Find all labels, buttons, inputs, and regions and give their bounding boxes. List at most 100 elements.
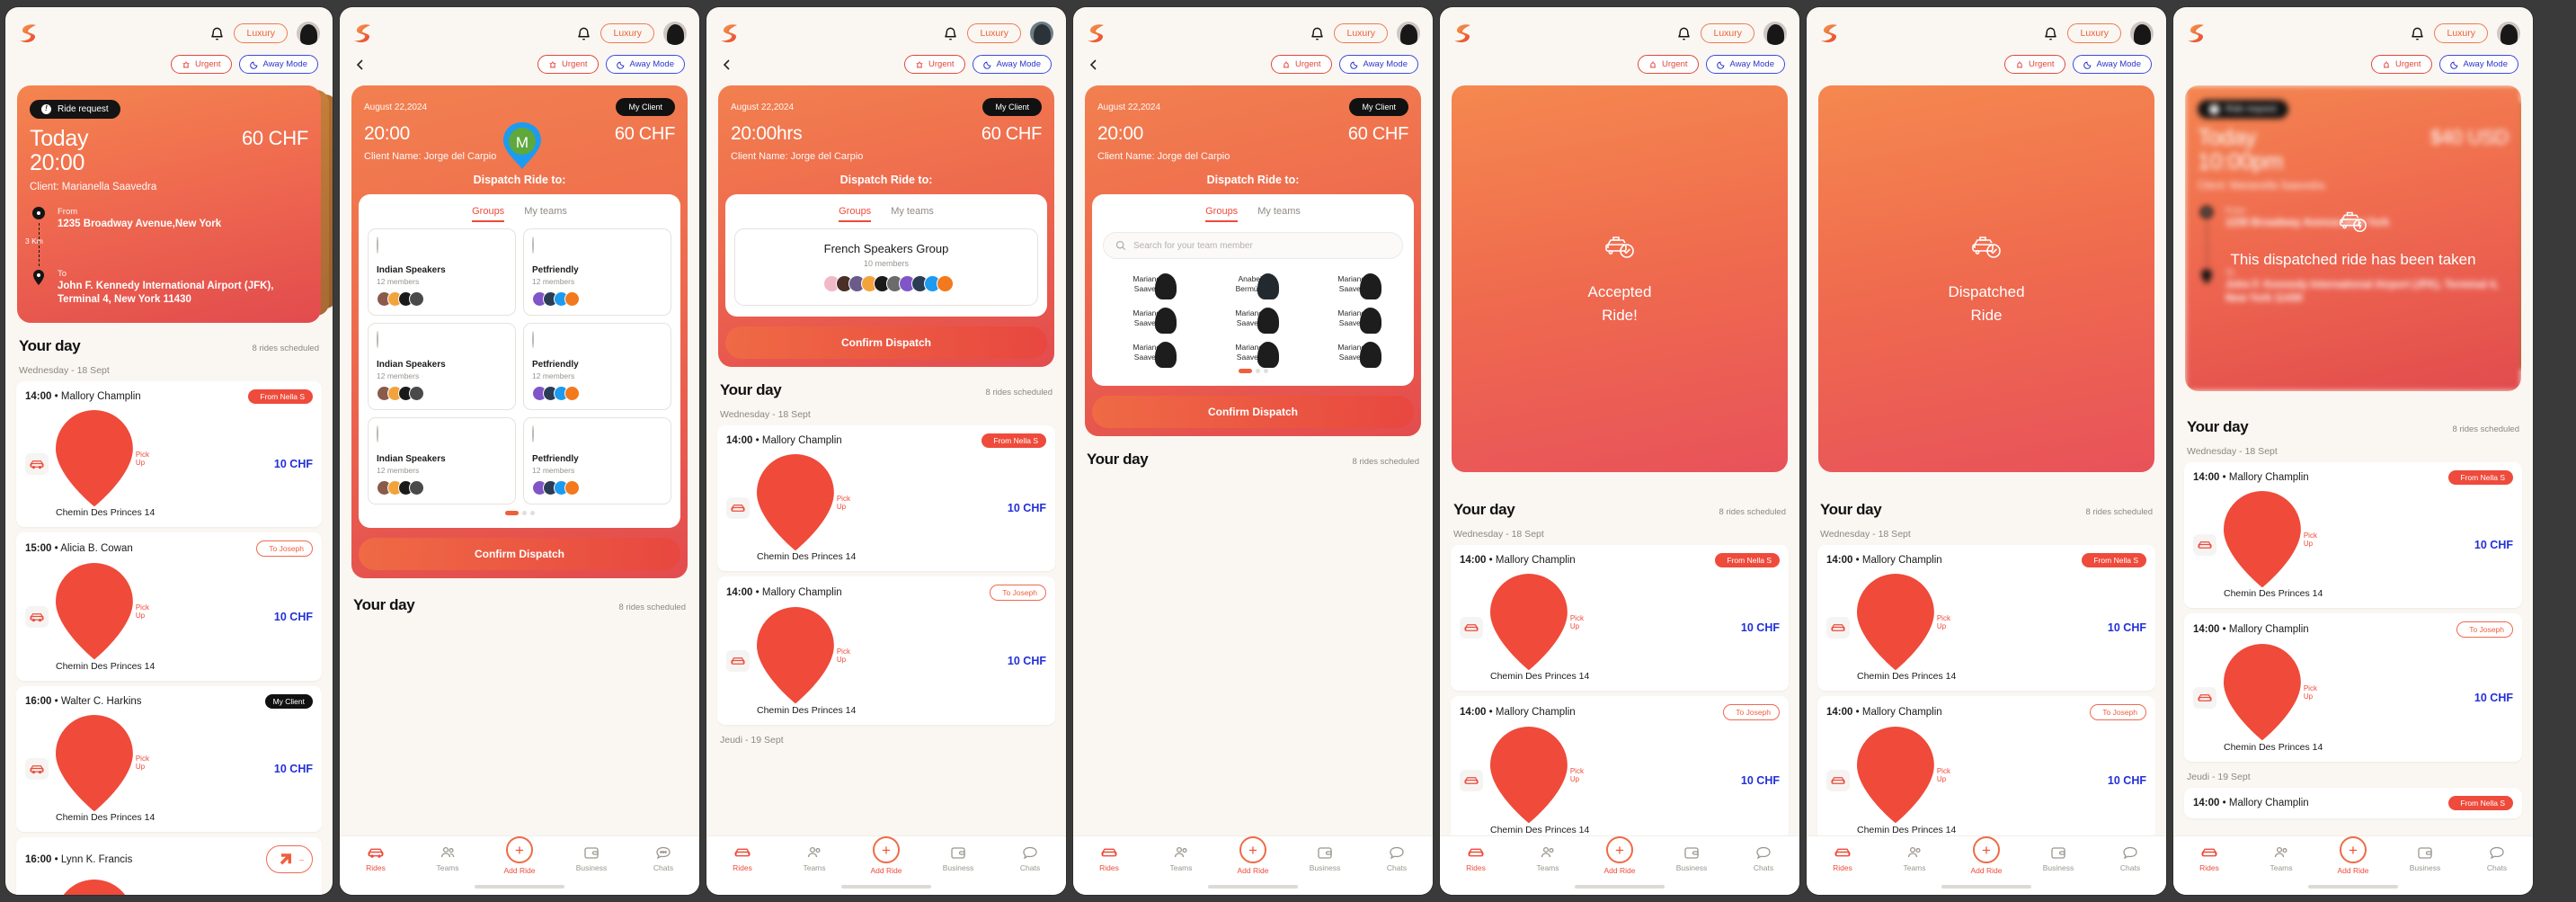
- status-badge[interactable]: From Nella S: [982, 433, 1046, 448]
- group-radio[interactable]: [377, 425, 378, 442]
- nav-teams[interactable]: Teams: [1512, 845, 1584, 872]
- my-client-badge[interactable]: My Client: [1349, 98, 1408, 116]
- nav-chats[interactable]: Chats: [1728, 845, 1799, 872]
- status-badge[interactable]: From Nella S: [1715, 553, 1780, 567]
- nav-teams[interactable]: Teams: [2245, 845, 2317, 872]
- list-item[interactable]: 14:00 • Mallory Champlin From Nella S Pi…: [717, 425, 1055, 572]
- list-item[interactable]: 14:00 • Mallory Champlin To Joseph Pick …: [717, 576, 1055, 725]
- member-card[interactable]: Marianella Saavedra: [1101, 270, 1200, 299]
- confirm-dispatch-button[interactable]: Confirm Dispatch: [359, 538, 680, 570]
- status-badge[interactable]: From Nella S: [2448, 470, 2513, 485]
- nav-chats[interactable]: Chats: [627, 845, 699, 872]
- avatar[interactable]: [1763, 22, 1787, 45]
- member-card[interactable]: Marianella Saavedra: [1204, 304, 1302, 335]
- bell-icon[interactable]: [209, 25, 225, 42]
- urgent-chip[interactable]: Urgent: [537, 55, 599, 74]
- status-badge[interactable]: To Joseph: [990, 585, 1046, 602]
- confirm-dispatch-button[interactable]: Confirm Dispatch: [1092, 396, 1414, 429]
- group-card[interactable]: Indian Speakers 12 members: [368, 417, 516, 505]
- luxury-pill[interactable]: Luxury: [1701, 23, 1754, 43]
- avatar[interactable]: [1030, 22, 1053, 45]
- bell-icon[interactable]: [1676, 25, 1692, 42]
- member-card[interactable]: Marianella Saavedra: [1306, 304, 1405, 335]
- nav-business[interactable]: Business: [1289, 845, 1361, 872]
- urgent-chip[interactable]: Urgent: [2371, 55, 2432, 74]
- nav-chats[interactable]: Chats: [2461, 845, 2533, 872]
- away-mode-chip[interactable]: Away Mode: [2072, 55, 2152, 74]
- list-item[interactable]: 14:00 • Mallory Champlin From Nella S Pi…: [1451, 545, 1789, 692]
- nav-teams[interactable]: Teams: [778, 845, 850, 872]
- member-card[interactable]: Marianella Saavedra: [1306, 270, 1405, 299]
- status-badge[interactable]: –: [266, 844, 313, 874]
- search-input[interactable]: Search for your team member: [1103, 232, 1403, 259]
- nav-add-ride[interactable]: + Add Ride: [1217, 836, 1289, 875]
- bell-icon[interactable]: [943, 25, 958, 42]
- group-card[interactable]: Petfriendly 12 members: [523, 228, 671, 316]
- nav-business[interactable]: Business: [555, 845, 627, 872]
- nav-rides[interactable]: Rides: [2173, 845, 2245, 872]
- bell-icon[interactable]: [576, 25, 591, 42]
- nav-add-ride[interactable]: + Add Ride: [1950, 836, 2022, 875]
- nav-teams[interactable]: Teams: [1145, 845, 1217, 872]
- nav-business[interactable]: Business: [2389, 845, 2461, 872]
- away-mode-chip[interactable]: Away Mode: [972, 55, 1052, 74]
- tab-my-teams[interactable]: My teams: [1257, 206, 1301, 222]
- away-mode-chip[interactable]: Away Mode: [238, 55, 318, 74]
- status-badge[interactable]: From Nella S: [2082, 553, 2146, 567]
- bell-icon[interactable]: [2410, 25, 2425, 42]
- urgent-chip[interactable]: Urgent: [904, 55, 965, 74]
- away-mode-chip[interactable]: Away Mode: [605, 55, 685, 74]
- group-radio[interactable]: [532, 425, 534, 442]
- list-item[interactable]: 14:00 • Mallory Champlin From Nella S Pi…: [1817, 545, 2155, 692]
- plus-icon[interactable]: +: [1606, 836, 1633, 863]
- member-card[interactable]: Marianella Saavedra: [1101, 338, 1200, 369]
- nav-add-ride[interactable]: + Add Ride: [850, 836, 922, 875]
- luxury-pill[interactable]: Luxury: [967, 23, 1021, 43]
- bell-icon[interactable]: [1310, 25, 1325, 42]
- group-card[interactable]: Petfriendly 12 members: [523, 323, 671, 410]
- nav-chats[interactable]: Chats: [2094, 845, 2166, 872]
- nav-business[interactable]: Business: [922, 845, 994, 872]
- list-item[interactable]: 14:00 • Mallory Champlin To Joseph Pick …: [1451, 696, 1789, 844]
- status-badge[interactable]: From Nella S: [248, 389, 313, 405]
- member-card[interactable]: Marianella Saavedra: [1101, 304, 1200, 335]
- avatar[interactable]: [2130, 22, 2154, 45]
- urgent-chip[interactable]: Urgent: [2004, 55, 2065, 74]
- list-item[interactable]: 16:00 • Lynn K. Francis – Pick Up Chemin…: [16, 836, 322, 895]
- luxury-pill[interactable]: Luxury: [2067, 23, 2121, 43]
- status-badge[interactable]: To Joseph: [2456, 621, 2513, 639]
- away-mode-chip[interactable]: Away Mode: [1705, 55, 1785, 74]
- group-card[interactable]: Indian Speakers 12 members: [368, 228, 516, 316]
- status-badge[interactable]: My Client: [264, 693, 313, 709]
- nav-teams[interactable]: Teams: [1879, 845, 1950, 872]
- luxury-pill[interactable]: Luxury: [1334, 23, 1388, 43]
- plus-icon[interactable]: +: [873, 836, 900, 863]
- list-item[interactable]: 14:00 • Mallory Champlin To Joseph Pick …: [2184, 613, 2522, 762]
- nav-chats[interactable]: Chats: [1361, 845, 1433, 872]
- nav-business[interactable]: Business: [1656, 845, 1728, 872]
- tab-groups[interactable]: Groups: [1205, 206, 1239, 222]
- back-arrow-icon[interactable]: [352, 57, 369, 73]
- featured-group-card[interactable]: French Speakers Group 10 members: [734, 228, 1038, 306]
- away-mode-chip[interactable]: Away Mode: [1338, 55, 1418, 74]
- list-item[interactable]: 15:00 • Alicia B. Cowan To Joseph Pick U…: [16, 532, 322, 681]
- carousel-dots[interactable]: [368, 505, 671, 517]
- tab-my-teams[interactable]: My teams: [891, 206, 934, 222]
- plus-icon[interactable]: +: [1239, 836, 1266, 863]
- nav-teams[interactable]: Teams: [412, 845, 484, 872]
- status-badge[interactable]: To Joseph: [1723, 704, 1780, 721]
- group-radio[interactable]: [532, 331, 534, 348]
- urgent-chip[interactable]: Urgent: [171, 55, 232, 74]
- plus-icon[interactable]: +: [2340, 836, 2367, 863]
- tab-groups[interactable]: Groups: [472, 206, 505, 222]
- luxury-pill[interactable]: Luxury: [2434, 23, 2488, 43]
- luxury-pill[interactable]: Luxury: [600, 23, 654, 43]
- nav-add-ride[interactable]: + Add Ride: [484, 836, 555, 875]
- list-item[interactable]: 14:00 • Mallory Champlin From Nella S: [2184, 787, 2522, 818]
- status-badge[interactable]: To Joseph: [2090, 704, 2146, 721]
- nav-add-ride[interactable]: + Add Ride: [1584, 836, 1656, 875]
- list-item[interactable]: 14:00 • Mallory Champlin From Nella S Pi…: [16, 381, 322, 528]
- avatar[interactable]: [297, 22, 320, 45]
- avatar[interactable]: [1397, 22, 1420, 45]
- nav-rides[interactable]: Rides: [340, 845, 412, 872]
